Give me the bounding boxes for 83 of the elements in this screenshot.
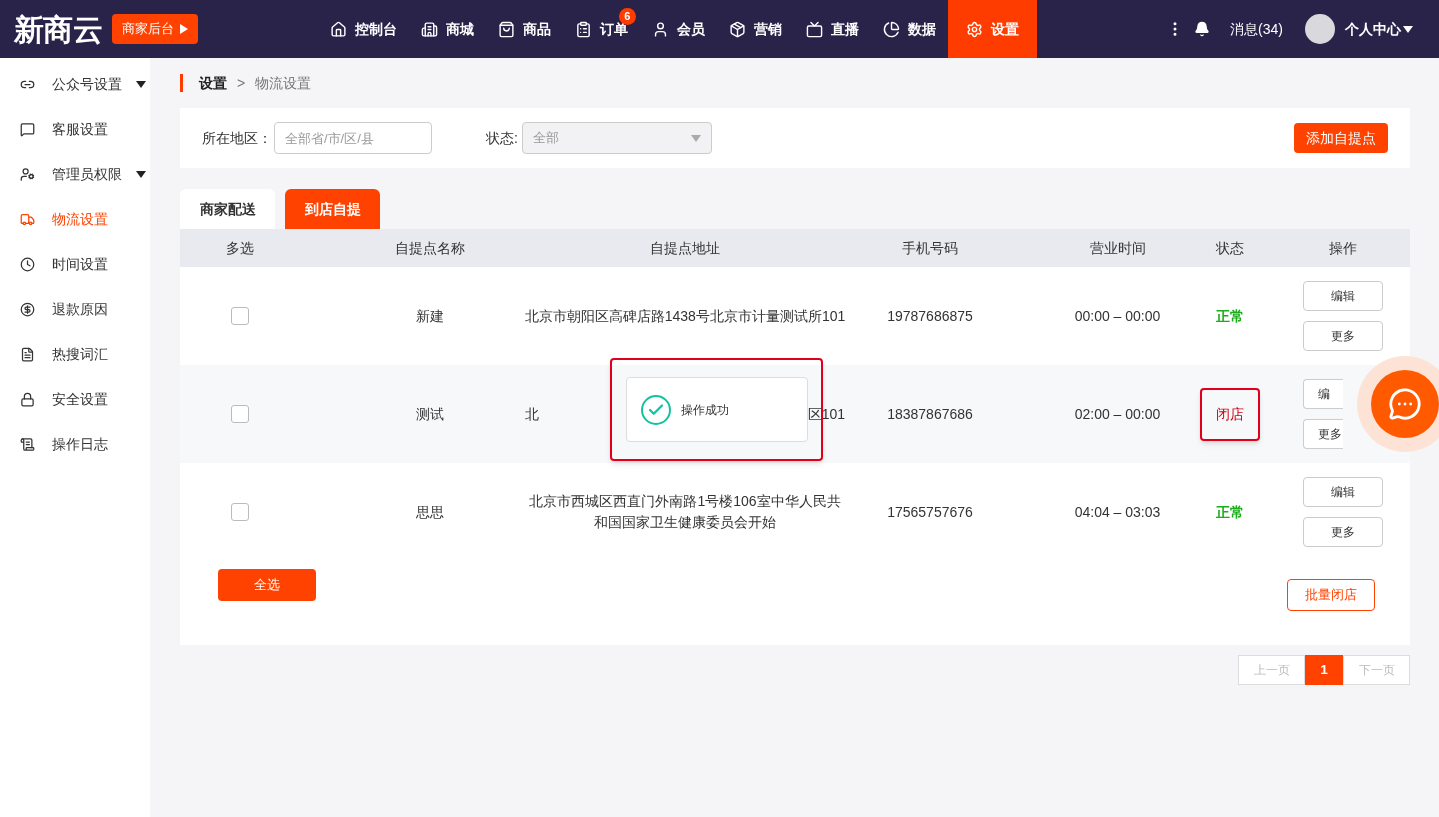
column-header: 营业时间 (1089, 238, 1146, 258)
row-checkbox[interactable] (231, 307, 249, 325)
table-cell-text: 18387867686 (887, 404, 973, 424)
batch-close-button[interactable]: 批量闭店 (1287, 579, 1375, 611)
column-header: 手机号码 (902, 238, 958, 258)
table-cell-text: 04:04 – 03:03 (1074, 502, 1161, 522)
table-cell-text: 19787686875 (887, 306, 973, 326)
document-icon (20, 347, 35, 362)
breadcrumb-item: 物流设置 (255, 73, 312, 93)
sidebar-item[interactable]: 公众号设置 (0, 62, 150, 107)
breadcrumb-separator: > (237, 73, 246, 93)
sidebar-item[interactable]: 客服设置 (0, 107, 150, 152)
table-cell-text: 测试 (416, 404, 444, 424)
nav-tab[interactable]: 会员 (639, 0, 717, 58)
table-cell-text: 北京市西城区西直门外南路1号楼106室中华人民共 和国国家卫生健康委员会开始 (529, 492, 841, 532)
building-icon (420, 20, 438, 38)
action-button[interactable]: 编辑 (1302, 281, 1383, 311)
person-icon (20, 167, 35, 182)
caret-icon (1403, 25, 1413, 33)
nav-tab[interactable]: 营销 (716, 0, 794, 58)
column-header: 自提点地址 (650, 238, 720, 258)
row-checkbox[interactable] (231, 405, 249, 423)
chat-icon (20, 122, 35, 137)
settings-icon (965, 20, 983, 38)
tv-icon (805, 20, 823, 38)
table-cell-text: 思思 (416, 502, 444, 522)
status-text: 闭店 (1200, 387, 1260, 441)
box-icon (728, 20, 746, 38)
lock-icon (20, 392, 35, 407)
table-cell-text: 00:00 – 00:00 (1074, 306, 1161, 326)
coin-icon (20, 302, 35, 317)
sidebar-item[interactable]: 时间设置 (0, 242, 150, 287)
sidebar-item[interactable]: 热搜词汇 (0, 332, 150, 377)
clock-icon (20, 257, 35, 272)
nav-tab[interactable]: 商品 (485, 0, 563, 58)
action-button[interactable]: 更多 (1302, 517, 1383, 547)
nav-tab[interactable]: 控制台 (317, 0, 409, 58)
nav-tab[interactable]: 数据 (870, 0, 948, 58)
action-button[interactable]: 编辑 (1302, 477, 1383, 507)
chat-bubble-icon (1388, 387, 1422, 421)
region-field[interactable]: 全部省/市/区/县 (274, 122, 432, 154)
column-header: 状态 (1216, 238, 1244, 258)
sidebar-item[interactable]: 操作日志 (0, 422, 150, 467)
bag-icon (497, 20, 515, 38)
nav-tab[interactable]: 商城 (408, 0, 486, 58)
caret-icon (690, 134, 701, 142)
tab[interactable]: 商家配送 (180, 189, 275, 229)
log-icon (20, 437, 35, 452)
breadcrumb-item[interactable]: 设置 (199, 72, 227, 94)
action-button[interactable]: 更多 (1302, 419, 1343, 449)
logo: 新商云 (14, 11, 102, 48)
table-cell-text: 17565757676 (887, 502, 973, 522)
messages-link[interactable]: 消息(34) (1230, 18, 1283, 40)
table-cell-text: 北京市朝阳区高碑店路1438号北京市计量测试所101 (524, 306, 846, 326)
status-text: 正常 (1215, 502, 1245, 522)
status-text: 正常 (1215, 306, 1245, 326)
action-button[interactable]: 更多 (1302, 321, 1383, 351)
row-checkbox[interactable] (231, 503, 249, 521)
user-menu[interactable]: 个人中心 (1345, 18, 1413, 40)
pie-chart-icon (882, 20, 900, 38)
table-cell-text: 02:00 – 00:00 (1074, 404, 1161, 424)
column-header: 多选 (226, 238, 254, 258)
avatar (1305, 14, 1335, 44)
truck-icon (20, 212, 35, 227)
region-label: 所在地区： (202, 128, 272, 148)
clipboard-icon (574, 20, 592, 38)
caret-icon (179, 24, 188, 34)
sidebar-item[interactable]: 退款原因 (0, 287, 150, 332)
action-button[interactable]: 编 (1302, 379, 1343, 409)
table-cell-text: 北 (525, 404, 539, 424)
bell-icon[interactable] (1194, 21, 1211, 37)
table-cell-text: 新建 (416, 306, 444, 326)
column-header: 自提点名称 (395, 238, 465, 258)
sidebar-item[interactable]: 管理员权限 (0, 152, 150, 197)
sidebar-item[interactable]: 物流设置 (0, 197, 150, 242)
column-header: 操作 (1328, 238, 1357, 258)
nav-tab[interactable]: 直播 (793, 0, 871, 58)
toast-message: 操作成功 (680, 401, 729, 419)
sidebar-item[interactable]: 安全设置 (0, 377, 150, 422)
nav-tab[interactable]: 设置 (947, 0, 1037, 58)
status-label: 状态: (486, 128, 518, 148)
table-cell-text: 区101 (807, 404, 845, 424)
home-icon (329, 20, 347, 38)
